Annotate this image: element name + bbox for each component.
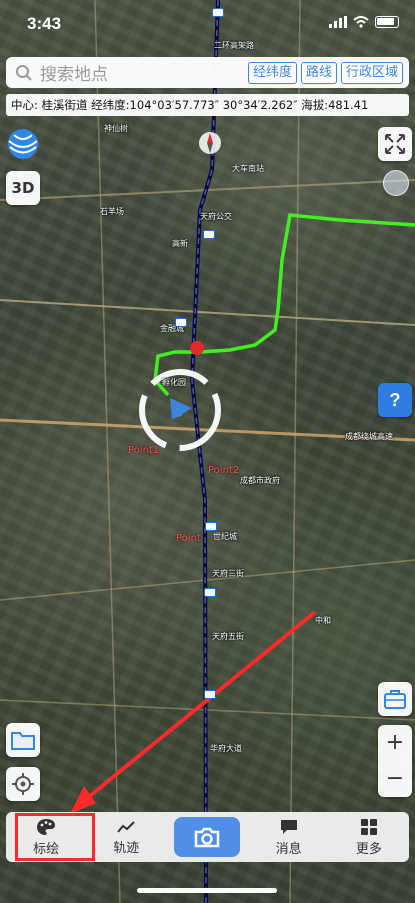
map-label: 孵化园 — [162, 378, 186, 387]
metro-station-icon — [205, 522, 217, 531]
metro-station-icon — [175, 318, 187, 327]
chat-bubble-icon — [280, 819, 297, 834]
map-label: 石羊场 — [100, 207, 124, 216]
folder-icon — [11, 732, 35, 750]
svg-text:?: ? — [390, 390, 401, 410]
fullscreen-button[interactable] — [378, 127, 412, 161]
metro-station-icon — [203, 230, 215, 239]
annotation-highlight-box — [15, 813, 95, 861]
wifi-icon — [353, 16, 369, 28]
expand-arrows-icon — [385, 134, 405, 154]
metro-station-icon — [204, 588, 216, 597]
status-bar: 3:43 — [0, 0, 415, 48]
zoom-out-button[interactable]: − — [386, 768, 404, 790]
help-question-icon: ? — [390, 390, 401, 410]
admin-region-button[interactable]: 行政区域 — [340, 61, 403, 84]
map-point-marker[interactable]: Point — [176, 533, 201, 544]
map-label: 高新 — [172, 239, 188, 248]
map-point-marker[interactable]: Point2 — [208, 465, 239, 476]
map-label: 天府三街 — [212, 569, 244, 578]
center-coordinate-info: 中心: 桂溪街道 经纬度:104°03′57.773″ 30°34′2.262″… — [6, 94, 409, 116]
map-label: 成都市政府 — [240, 476, 280, 485]
tab-more[interactable]: 更多 — [337, 814, 401, 860]
battery-icon — [375, 16, 399, 28]
folder-button[interactable] — [6, 723, 40, 757]
locate-crosshair-icon — [12, 773, 34, 795]
route-button[interactable]: 路线 — [300, 61, 337, 84]
map-label: 天府五街 — [212, 632, 244, 641]
status-icons — [329, 16, 399, 28]
map-label: 大车南站 — [232, 164, 264, 173]
compass-ball-icon — [383, 170, 409, 196]
tab-label: 轨迹 — [113, 840, 140, 856]
grid-icon — [360, 818, 377, 835]
briefcase-icon — [384, 690, 406, 709]
tab-label: 更多 — [355, 841, 382, 857]
status-time: 3:43 — [27, 14, 62, 33]
camera-icon — [195, 827, 220, 848]
map-label: 世纪城 — [213, 532, 237, 541]
search-bar[interactable]: 搜索地点 经纬度 路线 行政区域 — [6, 57, 409, 88]
zoom-control: + − — [378, 725, 412, 797]
search-icon — [12, 61, 36, 85]
map-label: 中和 — [315, 616, 331, 625]
locate-button[interactable] — [6, 767, 40, 801]
cellular-signal-icon — [329, 16, 347, 28]
tab-messages[interactable]: 消息 — [257, 814, 321, 860]
map-label: 华府大道 — [210, 744, 242, 753]
home-indicator — [137, 888, 277, 893]
map-label: 天府公交 — [200, 212, 232, 221]
metro-station-icon — [204, 690, 216, 699]
chart-line-icon — [117, 820, 135, 833]
camera-button[interactable] — [174, 817, 241, 857]
zoom-in-button[interactable]: + — [386, 732, 404, 754]
map-label: 成都绕城高速 — [345, 432, 393, 441]
3d-toggle-button[interactable]: 3D — [6, 171, 40, 205]
help-button[interactable]: ? — [378, 383, 412, 417]
tab-label: 消息 — [275, 841, 302, 857]
search-input[interactable]: 搜索地点 — [40, 60, 244, 85]
globe-layers-icon — [8, 129, 38, 159]
compass-icon[interactable] — [198, 131, 222, 155]
layer-switch-button[interactable] — [6, 127, 40, 161]
3d-label: 3D — [11, 179, 35, 197]
tab-track[interactable]: 轨迹 — [94, 814, 158, 860]
map-point-marker[interactable]: Point1 — [128, 445, 159, 456]
map-label: 神仙树 — [104, 124, 128, 133]
latlng-button[interactable]: 经纬度 — [247, 61, 297, 84]
toolbox-button[interactable] — [378, 682, 412, 716]
